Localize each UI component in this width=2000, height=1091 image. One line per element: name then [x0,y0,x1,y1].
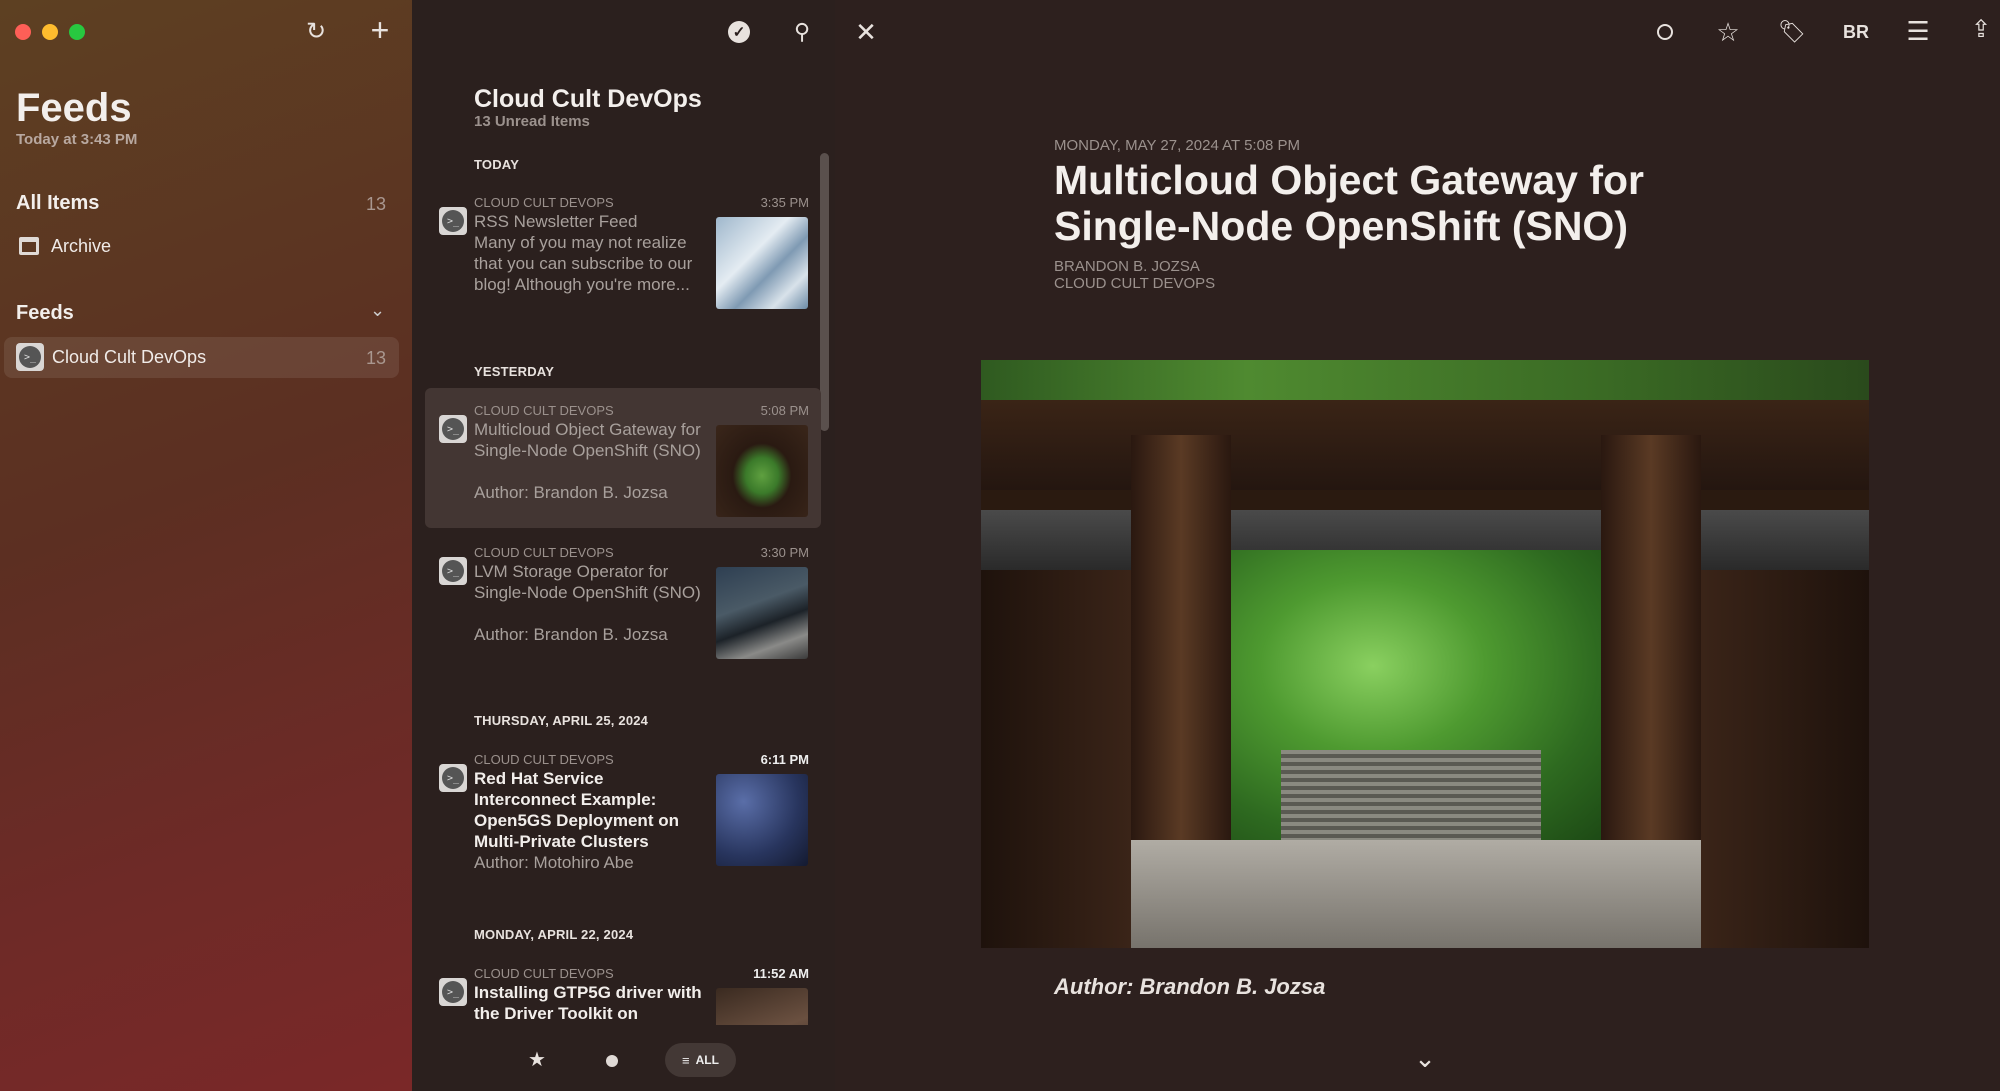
item-title: RSS Newsletter Feed [474,212,638,231]
item-preview: Many of you may not realize that you can… [474,233,693,294]
feed-icon: >_ [16,343,44,371]
article-title: Multicloud Object Gateway for Single-Nod… [1054,157,1645,249]
article-pane: ✕ ☆ 🏷︎ BR ☰ ⇪ MONDAY, MAY 27, 2024 AT 5:… [835,0,2000,1091]
article-list-pane: ✓ ⚲ Cloud Cult DevOps 13 Unread Items TO… [412,0,835,1091]
feed-icon: >_ [439,207,467,235]
list-item[interactable]: >_ CLOUD CULT DEVOPS 3:35 PM RSS Newslet… [412,194,835,314]
archive-icon [19,237,39,255]
section-header: THURSDAY, APRIL 25, 2024 [474,713,649,728]
unread-count: 13 Unread Items [474,113,590,130]
article-feed: CLOUD CULT DEVOPS [1054,275,1216,292]
last-updated: Today at 3:43 PM [16,131,138,148]
list-item[interactable]: >_ CLOUD CULT DEVOPS 5:08 PM Multicloud … [412,402,835,522]
feed-label: Cloud Cult DevOps [52,347,207,367]
item-feed: CLOUD CULT DEVOPS [474,545,614,560]
item-thumbnail [716,425,808,517]
item-title: Installing GTP5G driver with the Driver … [474,983,702,1023]
item-time: 11:52 AM [753,966,809,981]
sidebar-feed-cloud-cult-devops[interactable]: >_ Cloud Cult DevOps 13 [4,337,399,378]
item-feed: CLOUD CULT DEVOPS [474,403,614,418]
feed-icon: >_ [439,764,467,792]
text-lines-icon[interactable]: ☰ [1900,13,1936,49]
item-preview: Author: Brandon B. Jozsa [474,625,668,644]
sidebar-item-all-items[interactable]: All Items 13 [0,190,412,220]
list-title: Cloud Cult DevOps [474,85,702,113]
next-article-chevron-down-icon[interactable]: ⌄ [1407,1040,1443,1076]
article-date: MONDAY, MAY 27, 2024 AT 5:08 PM [1054,137,1300,154]
feed-icon: >_ [439,978,467,1006]
feeds-section-header: Feeds [16,302,74,324]
item-thumbnail [716,217,808,309]
section-header: TODAY [474,157,520,172]
item-feed: CLOUD CULT DEVOPS [474,195,614,210]
list-bottom-toolbar: ★ ≡ ALL [412,1028,835,1091]
feed-icon: >_ [439,557,467,585]
item-time: 3:30 PM [760,545,809,560]
feed-icon: >_ [439,415,467,443]
tag-icon[interactable]: 🏷︎ [1774,14,1810,50]
mark-all-read-icon[interactable]: ✓ [721,14,757,50]
close-window-button[interactable] [15,24,31,40]
article-author: BRANDON B. JOZSA [1054,258,1200,275]
star-icon[interactable]: ☆ [1710,14,1746,50]
item-thumbnail [716,774,808,866]
sidebar-title: Feeds [16,86,132,130]
all-filter-label: ALL [695,1053,719,1067]
list-item[interactable]: >_ CLOUD CULT DEVOPS 6:11 PM Red Hat Ser… [412,751,835,881]
item-preview: Author: Motohiro Abe [474,853,634,872]
starred-filter-star-icon[interactable]: ★ [519,1042,555,1078]
item-thumbnail [716,988,808,1025]
chevron-down-icon[interactable]: ⌄ [370,300,385,321]
list-item[interactable]: >_ CLOUD CULT DEVOPS 11:52 AM Installing… [412,965,835,1025]
item-title: LVM Storage Operator for Single-Node Ope… [474,562,701,602]
section-header: YESTERDAY [474,364,555,379]
item-title: Red Hat Service Interconnect Example: Op… [474,769,679,851]
reader-view-button[interactable]: BR [1843,22,1869,43]
article-hero-image [981,360,1869,948]
search-icon[interactable]: ⚲ [784,14,820,50]
all-filter-button[interactable]: ≡ ALL [665,1043,736,1077]
item-thumbnail [716,567,808,659]
refresh-icon[interactable]: ↻ [298,14,334,50]
all-items-label: All Items [16,192,100,214]
item-time: 6:11 PM [760,752,809,767]
list-icon: ≡ [682,1052,690,1068]
section-header: MONDAY, APRIL 22, 2024 [474,927,634,942]
all-items-count: 13 [366,194,387,214]
sidebar-item-archive[interactable]: Archive [0,232,412,262]
item-feed: CLOUD CULT DEVOPS [474,752,614,767]
list-item[interactable]: >_ CLOUD CULT DEVOPS 3:30 PM LVM Storage… [412,544,835,664]
feed-count: 13 [366,348,387,368]
archive-label: Archive [51,236,112,256]
close-icon[interactable]: ✕ [848,14,884,50]
article-byline: Author: Brandon B. Jozsa [1054,974,1326,999]
item-feed: CLOUD CULT DEVOPS [474,966,614,981]
unread-filter-dot-icon[interactable] [606,1055,618,1067]
share-icon[interactable]: ⇪ [1963,12,1999,48]
zoom-window-button[interactable] [69,24,85,40]
item-time: 3:35 PM [760,195,809,210]
sidebar: ↻ + Feeds Today at 3:43 PM All Items 13 … [0,0,412,1091]
mark-unread-circle-icon[interactable] [1657,24,1673,40]
minimize-window-button[interactable] [42,24,58,40]
item-time: 5:08 PM [760,403,809,418]
item-preview: Author: Brandon B. Jozsa [474,483,668,502]
add-icon[interactable]: + [362,12,398,48]
item-title: Multicloud Object Gateway for Single-Nod… [474,420,701,460]
